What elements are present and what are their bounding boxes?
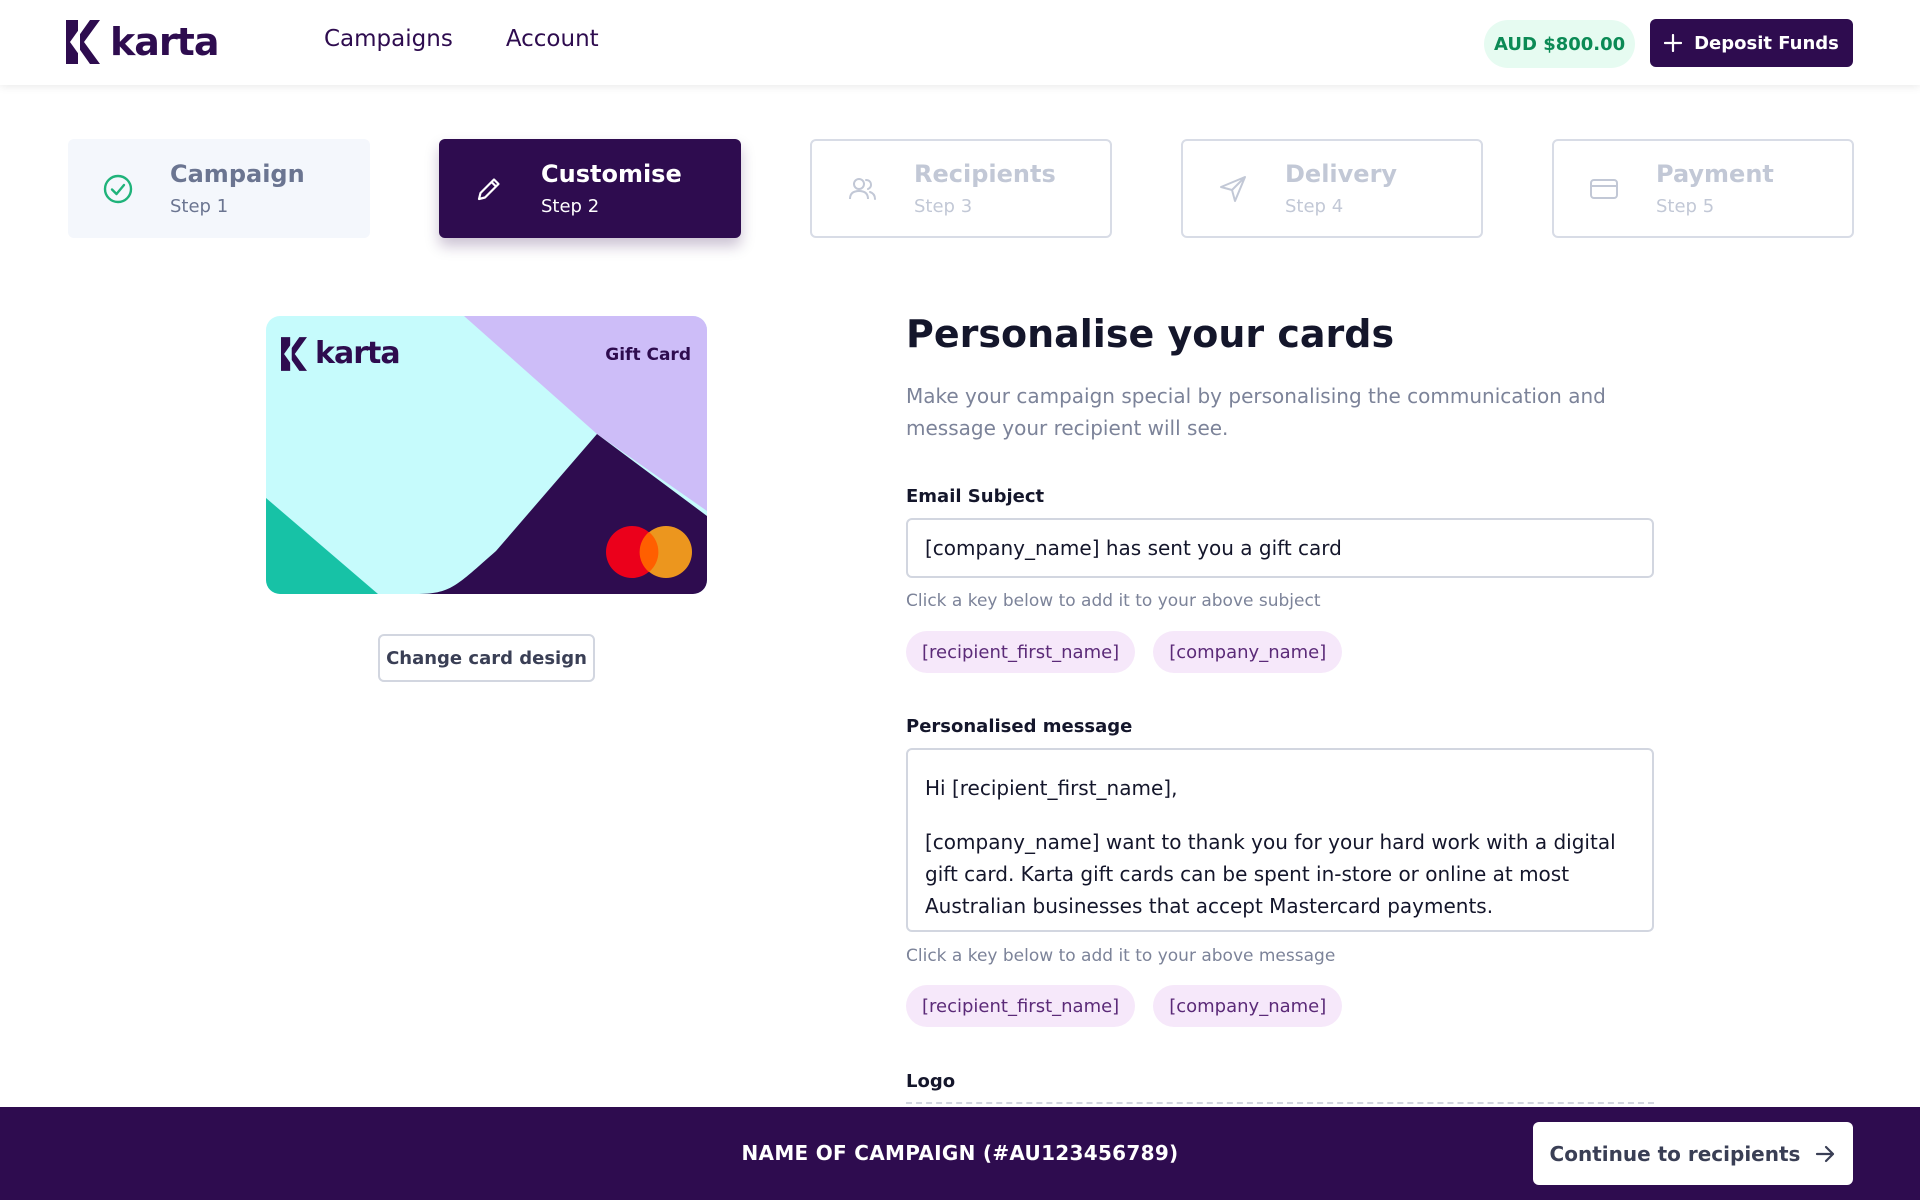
step-title: Recipients [914, 160, 1056, 188]
step-title: Delivery [1285, 160, 1398, 188]
page-description: Make your campaign special by personalis… [906, 384, 1606, 440]
step-payment[interactable]: Payment Step 5 [1552, 139, 1854, 238]
pencil-icon [473, 173, 505, 205]
check-circle-icon [102, 173, 134, 205]
email-subject-input[interactable]: [company_name] has sent you a gift card [906, 518, 1654, 578]
step-title: Campaign [170, 160, 305, 188]
message-keys: [recipient_first_name] [company_name] [906, 985, 1343, 1027]
personalised-message-textarea[interactable]: Hi [recipient_first_name], [company_name… [906, 748, 1654, 932]
bottom-action-bar: NAME OF CAMPAIGN (#AU123456789) Continue… [0, 1107, 1920, 1200]
step-delivery[interactable]: Delivery Step 4 [1181, 139, 1483, 238]
karta-logo-icon [281, 336, 307, 371]
message-body: [company_name] want to thank you for you… [925, 830, 1616, 918]
step-title: Customise [541, 160, 682, 188]
key-company-name[interactable]: [company_name] [1153, 985, 1343, 1027]
nav-account[interactable]: Account [506, 26, 599, 52]
deposit-funds-label: Deposit Funds [1694, 32, 1839, 54]
continue-to-recipients-button[interactable]: Continue to recipients [1533, 1122, 1853, 1185]
gift-card-label: Gift Card [605, 345, 691, 365]
step-number: Step 1 [170, 196, 229, 217]
gift-card-logo: karta [281, 336, 401, 371]
message-greeting: Hi [recipient_first_name], [925, 776, 1178, 800]
users-icon [846, 173, 878, 205]
top-navigation-bar: karta Campaigns Account AUD $800.00 Depo… [0, 0, 1920, 85]
karta-logo[interactable]: karta [66, 20, 219, 64]
step-number: Step 2 [541, 196, 600, 217]
plus-icon [1664, 34, 1683, 52]
credit-card-icon [1588, 173, 1620, 205]
step-title: Payment [1656, 160, 1774, 188]
change-card-design-button[interactable]: Change card design [378, 634, 595, 682]
balance-badge: AUD $800.00 [1484, 20, 1636, 68]
gift-card-preview: karta Gift Card [266, 316, 707, 594]
step-number: Step 4 [1285, 196, 1344, 217]
continue-label: Continue to recipients [1549, 1141, 1801, 1166]
nav-campaigns[interactable]: Campaigns [324, 26, 453, 52]
logo-text: karta [110, 20, 219, 64]
step-number: Step 3 [914, 196, 973, 217]
step-recipients[interactable]: Recipients Step 3 [810, 139, 1112, 238]
logo-label: Logo [906, 1071, 956, 1092]
step-number: Step 5 [1656, 196, 1715, 217]
karta-logo-icon [66, 20, 100, 64]
arrow-right-icon [1816, 1145, 1835, 1162]
main-nav: Campaigns Account [324, 26, 599, 52]
subject-keys: [recipient_first_name] [company_name] [906, 631, 1343, 673]
message-hint: Click a key below to add it to your abov… [906, 946, 1336, 966]
gift-card-brand: karta [315, 336, 401, 371]
email-subject-label: Email Subject [906, 486, 1045, 507]
page-title: Personalise your cards [906, 312, 1395, 356]
key-recipient-first-name[interactable]: [recipient_first_name] [906, 631, 1136, 673]
step-customise[interactable]: Customise Step 2 [439, 139, 741, 238]
step-campaign[interactable]: Campaign Step 1 [68, 139, 370, 238]
deposit-funds-button[interactable]: Deposit Funds [1650, 19, 1853, 67]
key-recipient-first-name[interactable]: [recipient_first_name] [906, 985, 1136, 1027]
subject-hint: Click a key below to add it to your abov… [906, 591, 1321, 611]
personalised-message-label: Personalised message [906, 716, 1133, 737]
key-company-name[interactable]: [company_name] [1153, 631, 1343, 673]
send-icon [1217, 173, 1249, 205]
